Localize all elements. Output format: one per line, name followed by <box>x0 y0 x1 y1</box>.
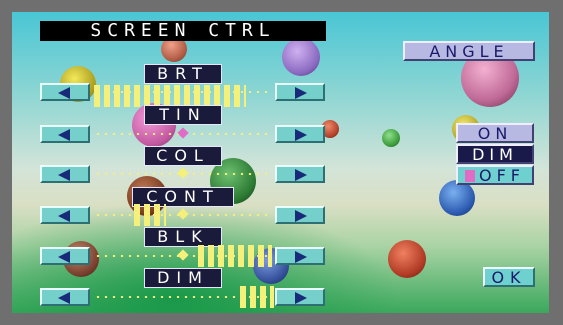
brt-label: BRT <box>144 64 222 84</box>
off-label: OFF <box>479 166 525 185</box>
brt-level-bar <box>94 85 246 107</box>
background-sphere <box>388 240 426 278</box>
background-sphere <box>382 129 400 147</box>
screen-title: SCREEN CTRL <box>40 21 326 41</box>
left-arrow-icon <box>58 87 70 99</box>
left-arrow-icon <box>58 129 70 141</box>
off-button[interactable]: OFF <box>456 165 534 185</box>
right-arrow-icon <box>295 169 307 181</box>
on-button[interactable]: ON <box>456 123 534 143</box>
brt-slider[interactable] <box>94 85 272 107</box>
col-marker <box>177 167 189 179</box>
right-arrow-icon <box>295 251 307 263</box>
ok-button[interactable]: OK <box>483 267 535 287</box>
dim-mode-button[interactable]: DIM <box>456 144 534 164</box>
right-arrow-icon <box>295 210 307 222</box>
background-sphere <box>282 38 320 76</box>
brt-decrease-button[interactable] <box>40 83 90 101</box>
brt-increase-button[interactable] <box>275 83 325 101</box>
cont-decrease-button[interactable] <box>40 206 90 224</box>
left-arrow-icon <box>58 292 70 304</box>
right-arrow-icon <box>295 292 307 304</box>
tin-slider[interactable] <box>94 127 272 140</box>
cont-increase-button[interactable] <box>275 206 325 224</box>
col-decrease-button[interactable] <box>40 165 90 183</box>
left-arrow-icon <box>58 169 70 181</box>
dim-label: DIM <box>144 268 222 288</box>
cont-slider[interactable] <box>94 204 272 226</box>
angle-button[interactable]: ANGLE <box>403 41 535 61</box>
right-arrow-icon <box>295 87 307 99</box>
blk-increase-button[interactable] <box>275 247 325 265</box>
tin-marker <box>177 127 189 139</box>
dim-increase-button[interactable] <box>275 288 325 306</box>
cont-level-bar <box>134 204 166 226</box>
blk-level-bar <box>198 245 272 267</box>
dim-slider[interactable] <box>94 286 274 308</box>
right-arrow-icon <box>295 129 307 141</box>
tin-increase-button[interactable] <box>275 125 325 143</box>
blk-decrease-button[interactable] <box>40 247 90 265</box>
col-label: COL <box>144 146 222 166</box>
blk-marker <box>177 249 189 261</box>
tin-label: TIN <box>144 105 222 125</box>
tin-decrease-button[interactable] <box>40 125 90 143</box>
blk-label: BLK <box>144 227 222 247</box>
cont-marker <box>177 208 189 220</box>
blk-slider[interactable] <box>94 245 272 267</box>
screen-control-panel: SCREEN CTRL BRT TIN COL CONT BLK DIM ANG… <box>12 12 549 313</box>
left-arrow-icon <box>58 210 70 222</box>
selected-indicator-icon <box>465 170 475 182</box>
col-slider[interactable] <box>94 167 272 180</box>
dim-level-bar <box>240 286 274 308</box>
background-sphere <box>439 180 475 216</box>
dim-decrease-button[interactable] <box>40 288 90 306</box>
left-arrow-icon <box>58 251 70 263</box>
col-increase-button[interactable] <box>275 165 325 183</box>
